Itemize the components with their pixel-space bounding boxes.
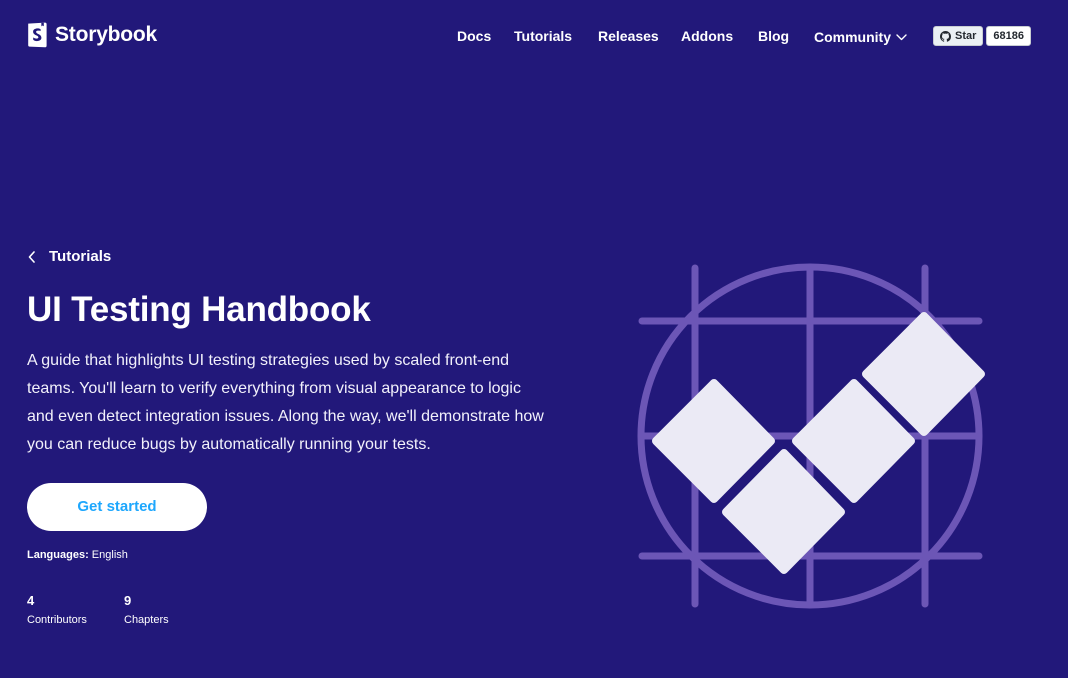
nav-community-dropdown[interactable]: Community	[814, 26, 907, 48]
nav-tutorials[interactable]: Tutorials	[514, 25, 572, 47]
contributors-label: Contributors	[27, 614, 87, 626]
storybook-logo[interactable]: Storybook	[27, 22, 157, 48]
back-link-label: Tutorials	[49, 248, 112, 265]
languages-info: Languages: English	[27, 547, 128, 563]
nav-community-label: Community	[814, 29, 891, 45]
nav-blog[interactable]: Blog	[758, 25, 789, 47]
chapters-stat: 9 Chapters	[124, 592, 169, 630]
get-started-button[interactable]: Get started	[27, 483, 207, 531]
github-icon	[940, 30, 951, 42]
languages-label: Languages:	[27, 549, 89, 561]
illustration-checkmark-tiles	[652, 312, 985, 574]
page-description: A guide that highlights UI testing strat…	[27, 352, 544, 453]
chevron-down-icon	[896, 33, 907, 40]
chevron-left-icon	[28, 251, 35, 263]
github-star-button[interactable]: Star	[933, 26, 984, 46]
page-title: UI Testing Handbook	[27, 290, 371, 329]
grid-circle-checkmark-illustration	[637, 263, 985, 609]
github-star-widget: Star 68186	[933, 26, 1031, 46]
nav-addons[interactable]: Addons	[681, 25, 733, 47]
nav-releases[interactable]: Releases	[598, 25, 659, 47]
logo-text: Storybook	[55, 23, 158, 46]
github-star-count[interactable]: 68186	[986, 26, 1031, 46]
contributors-count: 4	[27, 593, 35, 608]
chapters-count: 9	[124, 593, 132, 608]
storybook-logo-icon	[28, 22, 47, 48]
nav-docs[interactable]: Docs	[457, 25, 491, 47]
github-star-label: Star	[955, 30, 977, 42]
contributors-stat: 4 Contributors	[27, 592, 87, 630]
chapters-label: Chapters	[124, 614, 169, 626]
languages-value: English	[91, 549, 128, 561]
back-to-tutorials-link[interactable]: Tutorials	[27, 246, 111, 268]
